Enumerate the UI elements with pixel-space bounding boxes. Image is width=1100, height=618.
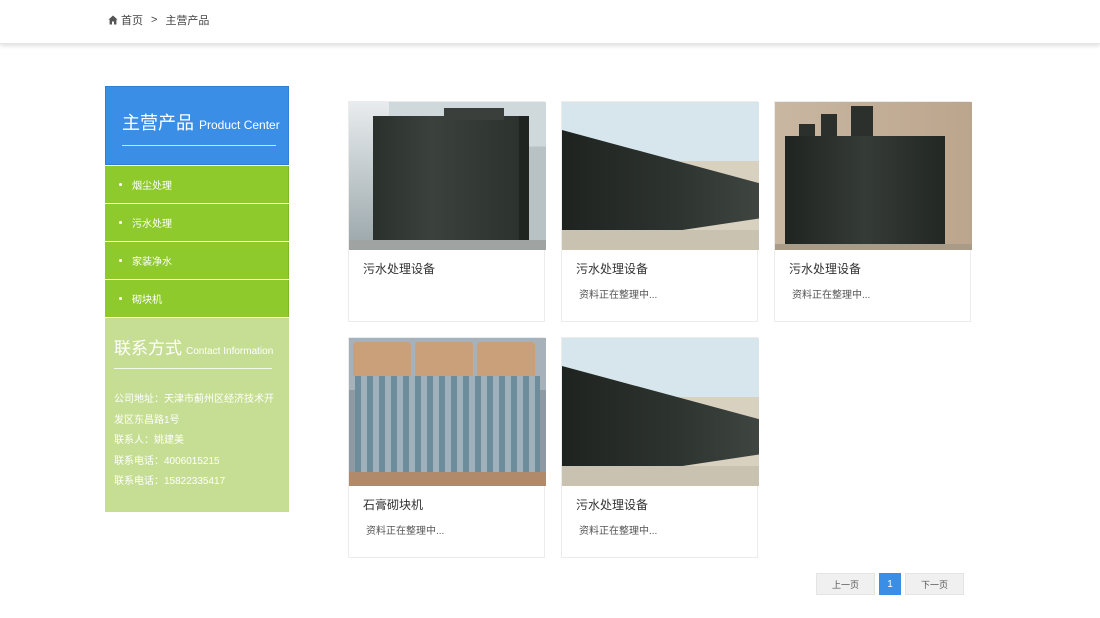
category-label: 家装净水 [132,257,172,268]
category-menu: 烟尘处理 污水处理 家装净水 砌块机 [105,166,289,317]
contact-address: 公司地址：天津市蓟州区经济技术开 [114,394,274,405]
product-card[interactable]: 污水处理设备 资料正在整理中... [774,101,972,322]
contact-address-cont: 发区东昌路1号 [114,414,180,426]
next-page-button[interactable]: 下一页 [905,573,964,595]
category-label: 砌块机 [132,295,162,306]
block-machine-image[interactable] [349,338,546,486]
breadcrumb-separator: > [151,14,158,26]
contact-person: 联系人：姚建美 [114,435,184,446]
sewage-tank-row-image[interactable] [562,102,759,250]
product-card[interactable]: 污水处理设备 资料正在整理中... [561,101,759,322]
category-item-sewage[interactable]: 污水处理 [105,204,289,241]
breadcrumb: 首页 > 主营产品 [108,12,209,28]
sewage-tank-image[interactable] [349,102,546,250]
bullet-icon [119,221,122,224]
category-label: 烟尘处理 [132,181,172,192]
bullet-icon [119,183,122,186]
product-name[interactable]: 污水处理设备 [576,496,757,513]
sidebar: 主营产品 Product Center 烟尘处理 污水处理 家装净水 砌块机 联… [105,86,289,512]
contact-title-en: Contact Information [186,346,274,357]
product-name[interactable]: 石膏砌块机 [363,496,544,513]
bullet-icon [119,259,122,262]
product-desc: 资料正在整理中... [792,290,871,301]
contact-info: 公司地址：天津市蓟州区经济技术开 发区东昌路1号 联系人：姚建美 联系电话：40… [114,390,279,493]
bullet-icon [119,297,122,300]
prev-page-button[interactable]: 上一页 [816,573,875,595]
product-card[interactable]: 石膏砌块机 资料正在整理中... [348,337,546,558]
category-item-water-purifier[interactable]: 家装净水 [105,242,289,279]
contact-panel: 联系方式 Contact Information 公司地址：天津市蓟州区经济技术… [105,318,289,512]
pagination: 上一页 1 下一页 [816,573,964,595]
home-icon[interactable] [108,15,118,25]
category-item-block-machine[interactable]: 砌块机 [105,280,289,317]
contact-title: 联系方式 [114,339,182,358]
breadcrumb-bar: 首页 > 主营产品 [0,0,1100,44]
current-page-button[interactable]: 1 [879,573,901,595]
sidebar-title: 主营产品 [122,113,194,133]
breadcrumb-home-link[interactable]: 首页 [121,12,143,28]
contact-divider [114,368,272,369]
product-name[interactable]: 污水处理设备 [576,260,757,277]
product-card[interactable]: 污水处理设备 [348,101,546,322]
sewage-tank-row-image[interactable] [562,338,759,486]
category-label: 污水处理 [132,219,172,230]
sidebar-title-en: Product Center [199,118,280,132]
sidebar-header-divider [122,145,276,146]
product-card[interactable]: 污水处理设备 资料正在整理中... [561,337,759,558]
breadcrumb-current: 主营产品 [165,15,210,27]
contact-phone-2: 联系电话：15822335417 [114,476,226,487]
product-desc: 资料正在整理中... [366,526,445,537]
product-desc: 资料正在整理中... [579,526,658,537]
product-name[interactable]: 污水处理设备 [363,260,544,277]
contact-phone-1: 联系电话：4006015215 [114,455,220,467]
product-desc: 资料正在整理中... [579,290,658,301]
category-item-smoke[interactable]: 烟尘处理 [105,166,289,203]
product-name[interactable]: 污水处理设备 [789,260,970,277]
sewage-tank-stacks-image[interactable] [775,102,972,250]
sidebar-header: 主营产品 Product Center [105,86,289,165]
